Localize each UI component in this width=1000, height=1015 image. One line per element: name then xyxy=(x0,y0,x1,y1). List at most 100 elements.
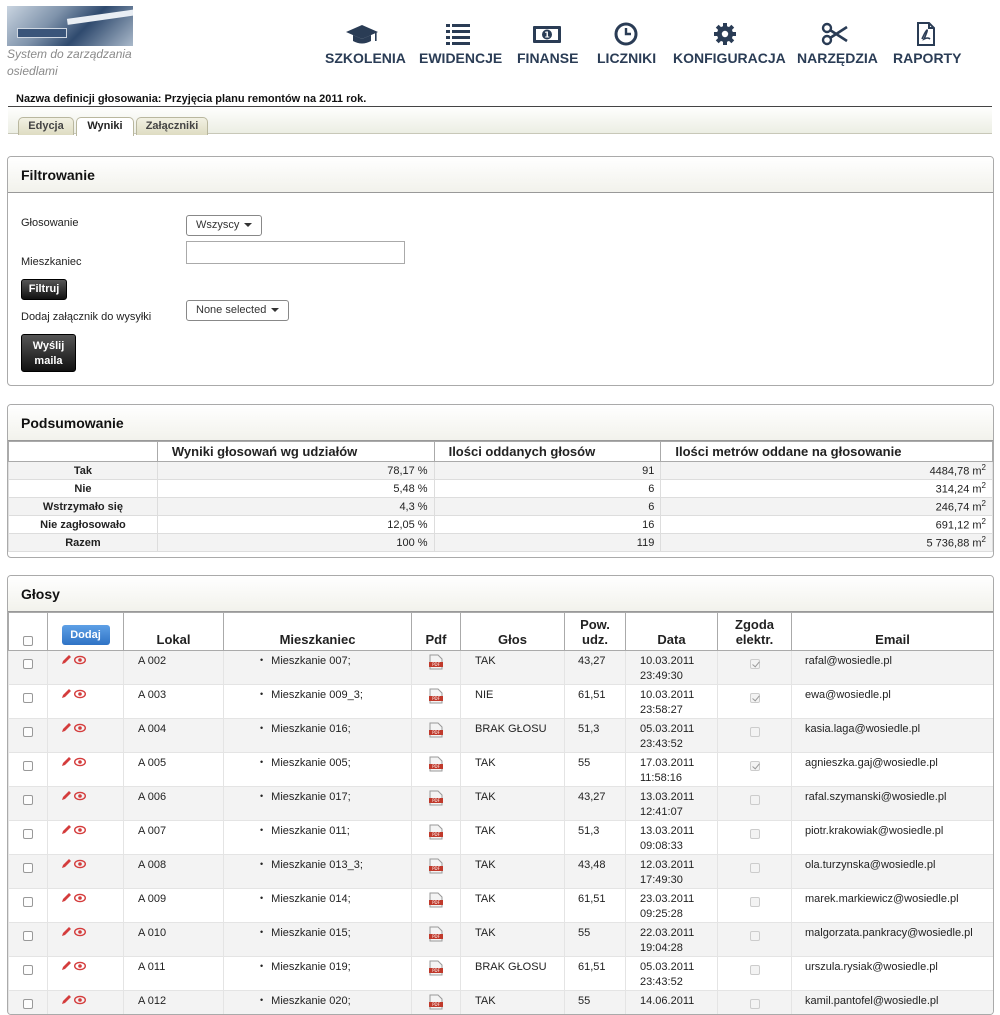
pdf-cell: PDF xyxy=(412,753,461,787)
resident-filter-input[interactable] xyxy=(186,241,405,264)
pdf-file-icon[interactable]: PDF xyxy=(429,824,443,840)
nav-konfiguracja[interactable]: KONFIGURACJA xyxy=(673,22,777,66)
email-cell: kasia.laga@wosiedle.pl xyxy=(792,719,994,753)
row-checkbox[interactable] xyxy=(23,727,33,737)
consent-checkbox xyxy=(750,897,760,907)
pdf-file-icon[interactable]: PDF xyxy=(429,654,443,670)
svg-text:PDF: PDF xyxy=(432,866,440,871)
row-checkbox[interactable] xyxy=(23,931,33,941)
consent-checkbox xyxy=(750,965,760,975)
row-checkbox[interactable] xyxy=(23,761,33,771)
row-select-cell xyxy=(9,923,48,957)
edit-icon[interactable] xyxy=(61,894,74,906)
send-mail-button[interactable]: Wyślij maila xyxy=(21,334,76,372)
add-vote-button[interactable]: Dodaj xyxy=(62,625,110,645)
nav-raporty[interactable]: RAPORTY xyxy=(893,22,959,66)
pdf-file-icon[interactable]: PDF xyxy=(429,858,443,874)
edit-icon[interactable] xyxy=(61,928,74,940)
pdf-file-icon[interactable]: PDF xyxy=(429,892,443,908)
nav-label: KONFIGURACJA xyxy=(673,50,786,66)
nav-label: RAPORTY xyxy=(893,50,961,66)
row-checkbox[interactable] xyxy=(23,829,33,839)
view-eye-icon[interactable] xyxy=(74,928,86,940)
date-cell: 10.03.201123:49:30 xyxy=(626,651,718,685)
row-checkbox[interactable] xyxy=(23,795,33,805)
view-eye-icon[interactable] xyxy=(74,758,86,770)
app-logo[interactable] xyxy=(7,6,133,46)
summary-meters: 246,74 m xyxy=(936,502,982,514)
row-checkbox[interactable] xyxy=(23,693,33,703)
summary-votes: 6 xyxy=(434,480,661,498)
resident-cell: Mieszkanie 009_3; xyxy=(224,685,412,719)
consent-cell xyxy=(718,753,792,787)
edit-icon[interactable] xyxy=(61,656,74,668)
edit-icon[interactable] xyxy=(61,860,74,872)
view-eye-icon[interactable] xyxy=(74,894,86,906)
svg-text:PDF: PDF xyxy=(432,662,440,667)
consent-cell xyxy=(718,855,792,889)
row-select-cell xyxy=(9,855,48,889)
nav-finanse[interactable]: 1 FINANSE xyxy=(517,22,577,66)
row-checkbox[interactable] xyxy=(23,965,33,975)
pdf-file-icon[interactable]: PDF xyxy=(429,790,443,806)
attachment-dropdown[interactable]: None selected xyxy=(186,300,289,321)
nav-liczniki[interactable]: LICZNIKI xyxy=(597,22,655,66)
edit-icon[interactable] xyxy=(61,690,74,702)
nav-ewidencje[interactable]: EWIDENCJE xyxy=(419,22,497,66)
edit-icon[interactable] xyxy=(61,758,74,770)
resident-name: Mieszkanie 020; xyxy=(260,995,351,1007)
view-eye-icon[interactable] xyxy=(74,724,86,736)
consent-checkbox xyxy=(750,999,760,1009)
filter-button[interactable]: Filtruj xyxy=(21,279,67,300)
nav-szkolenia[interactable]: SZKOLENIA xyxy=(325,22,399,66)
date-cell: 12.03.201117:49:30 xyxy=(626,855,718,889)
view-eye-icon[interactable] xyxy=(74,690,86,702)
pdf-cell: PDF xyxy=(412,923,461,957)
pdf-cell: PDF xyxy=(412,787,461,821)
email-cell: kamil.pantofel@wosiedle.pl xyxy=(792,991,994,1015)
vote-cell: TAK xyxy=(461,787,565,821)
row-checkbox[interactable] xyxy=(23,659,33,669)
vote-date: 05.03.2011 xyxy=(640,722,711,737)
summary-label: Nie zagłosowało xyxy=(9,516,158,534)
unit-superscript: 2 xyxy=(982,535,986,544)
vote-time: 23:43:52 xyxy=(640,737,711,752)
view-eye-icon[interactable] xyxy=(74,860,86,872)
tab-edycja[interactable]: Edycja xyxy=(18,117,74,135)
tab-zalaczniki[interactable]: Załączniki xyxy=(136,117,208,135)
pdf-file-icon[interactable]: PDF xyxy=(429,722,443,738)
edit-icon[interactable] xyxy=(61,792,74,804)
consent-checkbox xyxy=(750,829,760,839)
filter-heading: Filtrowanie xyxy=(8,157,993,193)
view-eye-icon[interactable] xyxy=(74,962,86,974)
pdf-file-icon[interactable]: PDF xyxy=(429,756,443,772)
vote-cell: NIE xyxy=(461,685,565,719)
svg-text:PDF: PDF xyxy=(432,832,440,837)
select-all-checkbox[interactable] xyxy=(23,636,33,646)
resident-name: Mieszkanie 011; xyxy=(260,825,350,837)
edit-icon[interactable] xyxy=(61,962,74,974)
row-checkbox[interactable] xyxy=(23,897,33,907)
edit-icon[interactable] xyxy=(61,996,74,1008)
pdf-file-icon[interactable]: PDF xyxy=(429,994,443,1010)
table-row: A 009Mieszkanie 014;PDFTAK61,5123.03.201… xyxy=(9,889,994,923)
edit-icon[interactable] xyxy=(61,724,74,736)
pdf-file-icon[interactable]: PDF xyxy=(429,688,443,704)
view-eye-icon[interactable] xyxy=(74,996,86,1008)
tab-wyniki[interactable]: Wyniki xyxy=(76,117,134,136)
row-checkbox[interactable] xyxy=(23,999,33,1009)
view-eye-icon[interactable] xyxy=(74,826,86,838)
row-checkbox[interactable] xyxy=(23,863,33,873)
table-row: A 011Mieszkanie 019;PDFBRAK GŁOSU61,5105… xyxy=(9,957,994,991)
nav-narzedzia[interactable]: NARZĘDZIA xyxy=(797,22,873,66)
pdf-file-icon[interactable]: PDF xyxy=(429,960,443,976)
table-row: A 008Mieszkanie 013_3;PDFTAK43,4812.03.2… xyxy=(9,855,994,889)
view-eye-icon[interactable] xyxy=(74,656,86,668)
resident-name: Mieszkanie 019; xyxy=(260,961,351,973)
voting-filter-dropdown[interactable]: Wszyscy xyxy=(186,215,262,236)
pdf-file-icon[interactable]: PDF xyxy=(429,926,443,942)
view-eye-icon[interactable] xyxy=(74,792,86,804)
edit-icon[interactable] xyxy=(61,826,74,838)
graduation-cap-icon xyxy=(325,22,399,46)
summary-col-empty xyxy=(9,442,158,462)
